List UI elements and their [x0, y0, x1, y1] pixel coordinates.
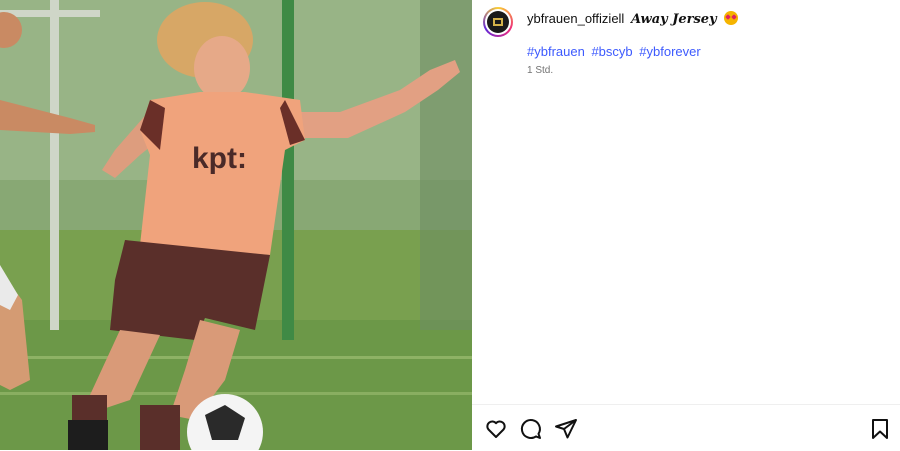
author-username[interactable]: ybfrauen_offiziell: [527, 11, 624, 26]
share-icon[interactable]: [554, 417, 578, 441]
club-logo-icon: [487, 11, 509, 33]
bookmark-icon[interactable]: [868, 417, 892, 441]
caption-title: Away Jersey: [630, 12, 717, 27]
post-photo-illustration: kpt:: [0, 0, 472, 450]
heart-icon[interactable]: [484, 417, 508, 441]
svg-text:kpt:: kpt:: [192, 142, 247, 175]
avatar[interactable]: [483, 7, 513, 37]
post-panel: ybfrauen_offiziell Away Jersey #ybfrauen…: [472, 0, 900, 450]
post-timestamp[interactable]: 1 Std.: [527, 65, 738, 76]
action-bar: [472, 404, 900, 451]
heart-eyes-emoji-icon: [724, 11, 739, 25]
comment-icon[interactable]: [519, 417, 543, 441]
caption-line: ybfrauen_offiziell Away Jersey: [527, 9, 739, 30]
hashtag-link[interactable]: #ybforever: [639, 44, 700, 59]
hashtags: #ybfrauen #bscyb #ybforever: [527, 44, 738, 59]
post-image[interactable]: kpt:: [0, 0, 472, 450]
post-header: ybfrauen_offiziell Away Jersey #ybfrauen…: [483, 7, 739, 76]
hashtag-link[interactable]: #ybfrauen: [527, 44, 585, 59]
caption-block: ybfrauen_offiziell Away Jersey #ybfrauen…: [527, 7, 739, 76]
hashtag-link[interactable]: #bscyb: [591, 44, 632, 59]
